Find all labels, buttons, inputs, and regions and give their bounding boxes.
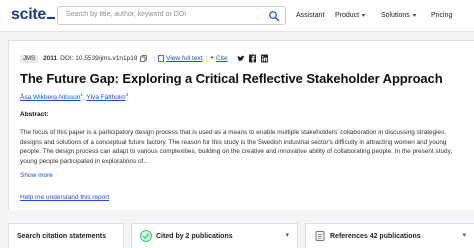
scite-logo[interactable]: scite [11, 6, 55, 24]
article-title: The Future Gap: Exploring a Critical Ref… [20, 71, 443, 86]
chevron-down-icon: ▾ [285, 232, 289, 239]
chevron-down-icon: ▾ [412, 13, 417, 19]
author-affiliation: 2 [125, 92, 129, 97]
facebook-icon[interactable] [249, 54, 256, 63]
publication-year: 2011 [43, 55, 58, 62]
abstract-text: The focus of this paper is a participato… [20, 128, 466, 166]
cite-link[interactable]: Cite [216, 55, 228, 62]
chevron-down-icon: ▾ [361, 13, 366, 19]
abstract-line: young people participated in exploration… [20, 157, 149, 165]
author-affiliation: 1 [80, 92, 83, 97]
references-icon [315, 231, 325, 241]
nav-assistant[interactable]: Assistant [296, 12, 324, 19]
divider: | [153, 55, 156, 62]
doi-text: DOI: 10.5539/jms.v1n1p18 [60, 55, 138, 62]
top-navigation-bar: scite Search by title, author, keyword o… [0, 0, 474, 32]
document-icon [158, 55, 165, 62]
help-understand-link[interactable]: Help me understand this report [20, 194, 109, 201]
nav-product-label: Product [335, 12, 360, 19]
abstract-line: designs and solutions of a conceptual fu… [20, 138, 447, 146]
chevron-down-icon: ▾ [462, 232, 466, 239]
nav-solutions[interactable]: Solutions ▾ [381, 12, 416, 19]
nav-product[interactable]: Product ▾ [335, 12, 366, 19]
article-card: JMS 2011 DOI: 10.5539/jms.v1n1p18 | View… [8, 40, 474, 210]
abstract-line: people. The design process can adapt to … [20, 148, 453, 155]
author-list: Åsa Wikberg-Nilsson1, Ylva Fältholm2 [20, 92, 129, 102]
nav-pricing[interactable]: Pricing [431, 12, 452, 19]
logo-underscore [46, 17, 55, 19]
author-link[interactable]: Ylva Fältholm [86, 94, 125, 101]
logo-text: scite [11, 6, 46, 23]
citation-search-label: Search citation statements [17, 233, 107, 240]
references-panel[interactable]: References 42 publications ▾ [305, 223, 474, 248]
copy-icon[interactable] [140, 55, 148, 62]
abstract-heading: Abstract: [20, 111, 49, 118]
search-input[interactable]: Search by title, author, keyword or DOI [57, 6, 286, 25]
cited-by-panel[interactable]: Cited by 2 publications ▾ [131, 223, 298, 248]
divider: | [205, 55, 208, 62]
search-icon[interactable] [268, 10, 280, 22]
journal-badge: JMS [20, 54, 38, 63]
nav-solutions-label: Solutions [381, 12, 410, 19]
show-more-link[interactable]: Show more [20, 172, 53, 179]
abstract-line: The focus of this paper is a participato… [20, 129, 447, 136]
citation-icon [140, 230, 152, 242]
quote-icon: ❝ [210, 55, 214, 63]
author-link[interactable]: Åsa Wikberg-Nilsson [20, 94, 80, 101]
nav-assistant-label: Assistant [296, 12, 325, 19]
nav-pricing-label: Pricing [431, 12, 453, 19]
search-placeholder: Search by title, author, keyword or DOI [66, 11, 187, 18]
twitter-icon[interactable] [237, 54, 245, 63]
cited-by-label: Cited by 2 publications [156, 233, 233, 240]
citation-search-panel[interactable]: Search citation statements [8, 223, 124, 248]
references-label: References 42 publications [330, 233, 421, 240]
article-meta: JMS 2011 DOI: 10.5539/jms.v1n1p18 | View… [20, 54, 228, 63]
linkedin-icon[interactable] [261, 54, 268, 63]
view-full-text-link[interactable]: View full text [166, 55, 202, 62]
